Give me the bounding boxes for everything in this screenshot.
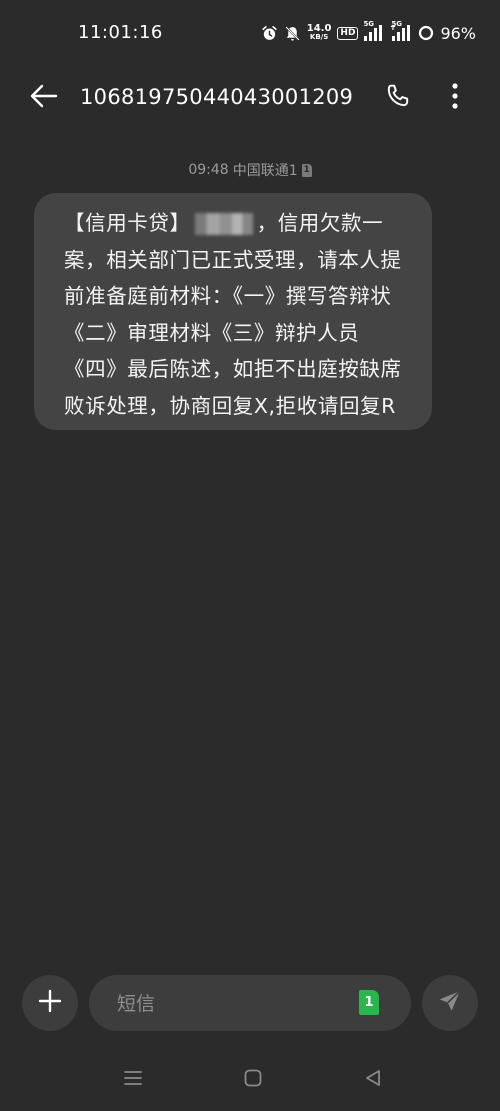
recent-apps-button[interactable]	[119, 1068, 147, 1092]
sender-number: 10681975044043001209	[80, 85, 354, 109]
back-button[interactable]	[26, 82, 62, 114]
message-composer: 1	[89, 975, 411, 1033]
alarm-icon	[261, 25, 278, 42]
phone-icon	[385, 83, 411, 113]
battery-ring-icon	[418, 25, 434, 41]
more-options-button[interactable]	[440, 82, 470, 114]
status-time: 11:01:16	[78, 22, 163, 43]
add-attachment-button[interactable]	[22, 975, 78, 1031]
send-button[interactable]	[422, 975, 478, 1031]
message-bubble[interactable]: 【信用卡贷】 ，信用欠款一案，相关部门已正式受理，请本人提前准备庭前材料：《一》撰…	[34, 193, 432, 430]
message-carrier: 中国联通1	[232, 163, 298, 179]
sim-card-icon: 1	[301, 163, 312, 177]
redacted-name	[194, 213, 253, 235]
sim-card-icon: 1	[359, 990, 379, 1015]
conversation-header: 10681975044043001209	[0, 66, 500, 130]
status-icons: 14.0 KB/S HD 5G 5G 96%	[261, 20, 476, 46]
sim-select-button[interactable]: 1	[359, 990, 379, 1015]
menu-icon	[123, 1069, 143, 1091]
call-button[interactable]	[382, 82, 414, 114]
more-vertical-icon	[451, 83, 459, 113]
status-bar: 11:01:16 14.0 KB/S HD 5G 5G 96%	[0, 0, 500, 66]
system-navigation-bar	[0, 1060, 500, 1100]
network-speed-value: 14.0	[306, 23, 332, 34]
sim2-network-type: 5G	[391, 20, 403, 28]
message-text-body: ，信用欠款一案，相关部门已正式受理，请本人提前准备庭前材料：《一》撰写答辩状《二…	[64, 211, 402, 418]
system-back-button[interactable]	[359, 1068, 387, 1092]
home-button[interactable]	[239, 1068, 267, 1092]
home-square-icon	[243, 1068, 263, 1092]
send-icon	[437, 988, 463, 1018]
hd-badge: HD	[337, 26, 359, 40]
message-text-prefix: 【信用卡贷】	[64, 211, 191, 235]
message-input[interactable]	[115, 975, 349, 1033]
message-meta: 09:48 中国联通1 1	[0, 160, 500, 180]
message-time: 09:48	[188, 162, 229, 178]
sim1-network-type: 5G	[363, 20, 375, 28]
back-triangle-icon	[363, 1068, 383, 1092]
sim1-signal-icon: 5G	[363, 20, 384, 41]
plus-icon	[38, 989, 62, 1017]
sim2-signal-icon: 5G	[390, 20, 412, 41]
network-speed-unit: KB/S	[309, 33, 329, 41]
arrow-left-icon	[30, 84, 58, 112]
battery-percent: 96%	[440, 23, 476, 43]
mute-bell-icon	[284, 25, 301, 42]
network-speed: 14.0 KB/S	[307, 24, 332, 42]
message-text: 【信用卡贷】 ，信用欠款一案，相关部门已正式受理，请本人提前准备庭前材料：《一》撰…	[64, 205, 408, 424]
